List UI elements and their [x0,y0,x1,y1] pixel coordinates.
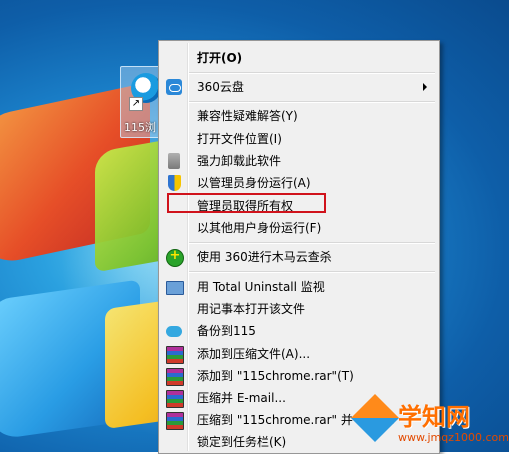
menu-item-open[interactable]: 打开(O) [161,47,437,69]
360-scan-icon [166,248,184,267]
submenu-arrow-icon [423,83,427,91]
rar-icon [166,390,184,408]
shortcut-arrow-icon: ↗ [129,97,143,111]
blank-icon [166,220,182,236]
menu-item-label: 打开(O) [197,51,243,65]
menu-item-run-as-admin[interactable]: 以管理员身份运行(A) [161,172,437,194]
cloud-icon [166,326,182,337]
menu-item-open-with-notepad[interactable]: 用记事本打开该文件 [161,298,437,320]
menu-item-label: 使用 360进行木马云查杀 [197,250,332,264]
rar-icon [166,412,184,430]
menu-separator [189,72,435,74]
menu-item-add-to-archive[interactable]: 添加到压缩文件(A)... [161,343,437,365]
menu-item-label: 备份到115 [197,324,256,338]
menu-item-label: 兼容性疑难解答(Y) [197,109,298,123]
menu-item-force-uninstall[interactable]: 强力卸载此软件 [161,150,437,172]
menu-item-run-as-other-user[interactable]: 以其他用户身份运行(F) [161,217,437,239]
menu-separator [189,101,435,103]
blank-icon [166,434,182,450]
rar-icon [166,346,184,364]
blank-icon [166,301,182,317]
menu-item-label: 打开文件位置(I) [197,132,282,146]
menu-item-compat-troubleshoot[interactable]: 兼容性疑难解答(Y) [161,105,437,127]
menu-item-add-to-rar[interactable]: 添加到 "115chrome.rar"(T) [161,365,437,387]
menu-item-label: 压缩并 E-mail... [197,391,286,405]
menu-item-label: 强力卸载此软件 [197,154,282,168]
trash-icon [168,153,180,169]
menu-item-open-file-location[interactable]: 打开文件位置(I) [161,128,437,150]
menu-item-label: 以其他用户身份运行(F) [197,221,322,235]
rar-icon [166,368,184,386]
menu-item-label: 锁定到任务栏(K) [197,435,287,449]
shield-icon [168,175,181,191]
blank-icon [166,50,182,66]
highlight-box [167,193,326,213]
menu-item-label: 以管理员身份运行(A) [197,176,311,190]
menu-item-total-uninstall-monitor[interactable]: 用 Total Uninstall 监视 [161,276,437,298]
watermark-url: www.jmqz1000.com [398,431,509,444]
360-cloud-icon [166,79,182,95]
site-watermark: 学知网 www.jmqz1000.com [350,393,509,451]
menu-item-label: 用记事本打开该文件 [197,302,306,316]
watermark-logo-icon [350,393,400,443]
menu-item-label: 添加到 "115chrome.rar"(T) [197,369,354,383]
menu-item-360-cloud[interactable]: 360云盘 [161,76,437,98]
menu-item-360-trojan-scan[interactable]: 使用 360进行木马云查杀 [161,246,437,268]
context-menu: 打开(O) 360云盘 兼容性疑难解答(Y) 打开文件位置(I) 强力卸载此软件… [158,40,440,454]
monitor-icon [166,281,184,295]
menu-separator [189,242,435,244]
watermark-title: 学知网 [398,403,470,431]
blank-icon [166,131,182,147]
menu-item-label: 用 Total Uninstall 监视 [197,280,325,294]
menu-item-label: 添加到压缩文件(A)... [197,347,311,361]
menu-item-label: 360云盘 [197,80,244,94]
menu-item-backup-115[interactable]: 备份到115 [161,320,437,342]
blank-icon [166,108,182,124]
menu-separator [189,271,435,273]
